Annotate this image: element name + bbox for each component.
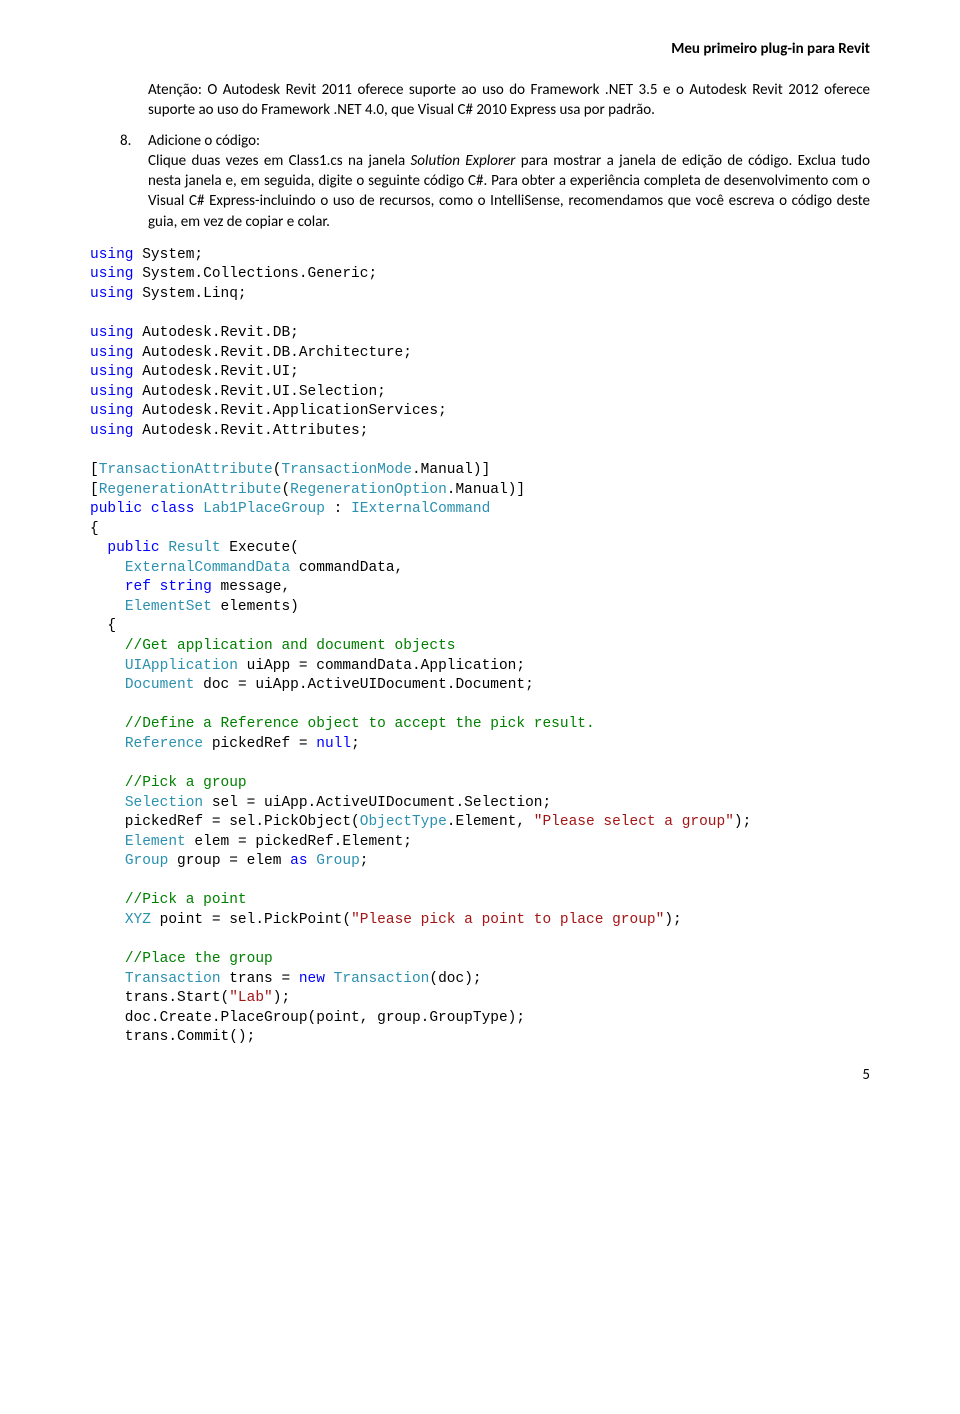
step-number: 8. — [120, 131, 148, 232]
step-8: 8. Adicione o código: Clique duas vezes … — [120, 131, 870, 232]
code-block: using System; using System.Collections.G… — [90, 246, 870, 1048]
body-content: Atenção: O Autodesk Revit 2011 oferece s… — [90, 80, 870, 232]
document-header: Meu primeiro plug-in para Revit — [90, 40, 870, 58]
page-number: 5 — [90, 1066, 870, 1084]
step-8-title: Adicione o código: — [148, 132, 260, 150]
attention-paragraph: Atenção: O Autodesk Revit 2011 oferece s… — [120, 80, 870, 121]
solution-explorer-term: Solution Explorer — [411, 152, 516, 170]
page-container: Meu primeiro plug-in para Revit Atenção:… — [0, 0, 960, 1114]
attention-text: Atenção: O Autodesk Revit 2011 oferece s… — [148, 80, 870, 121]
step-8-text-a: Clique duas vezes em Class1.cs na janela — [148, 152, 411, 170]
